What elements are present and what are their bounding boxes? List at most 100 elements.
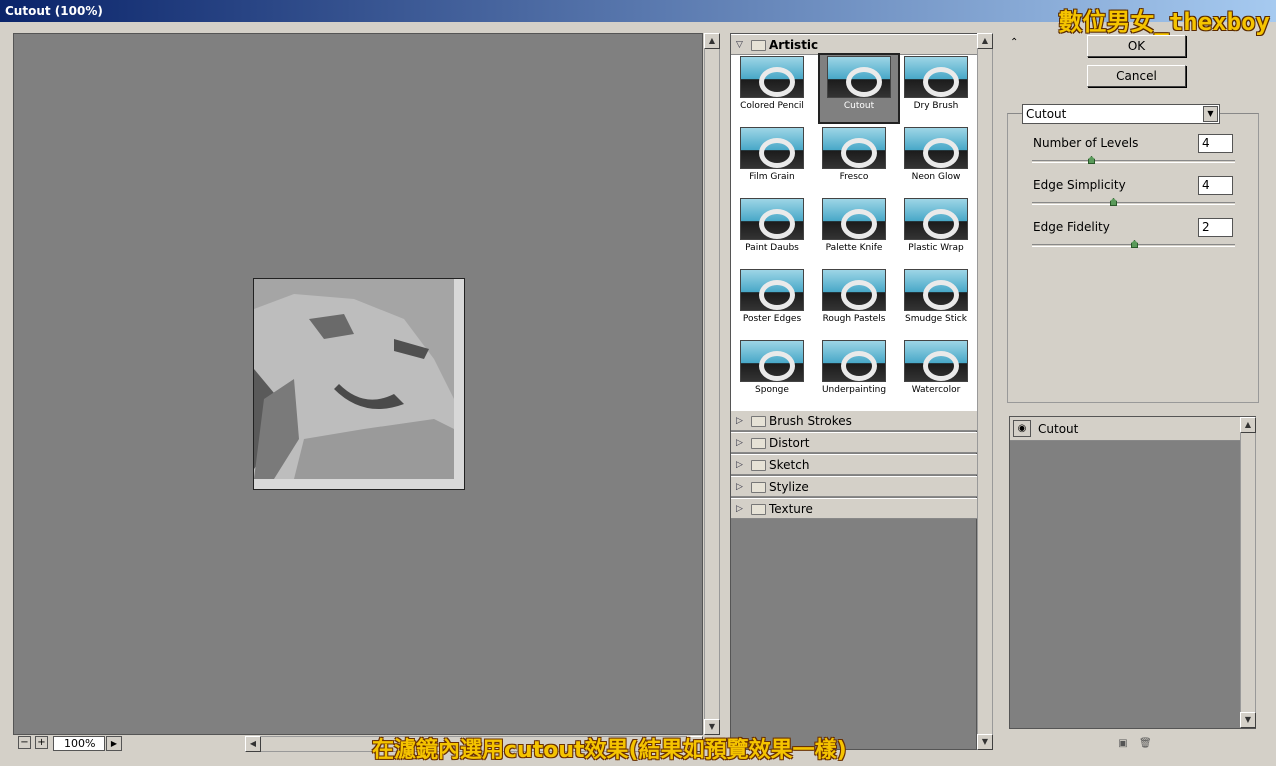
- filter-select[interactable]: Cutout ▼: [1022, 104, 1220, 124]
- window-title: Cutout (100%): [5, 4, 103, 18]
- effect-layer-label: Cutout: [1038, 422, 1079, 436]
- filter-preview-image: [740, 127, 804, 169]
- filter-thumbnail[interactable]: Colored Pencil: [737, 56, 819, 127]
- filter-thumbnail[interactable]: Palette Knife: [819, 198, 901, 269]
- cancel-button[interactable]: Cancel: [1087, 65, 1186, 87]
- edge-fidelity-slider[interactable]: [1032, 240, 1235, 248]
- chevron-down-icon[interactable]: ▼: [1203, 106, 1218, 122]
- edge-fidelity-label: Edge Fidelity: [1033, 220, 1110, 234]
- category-item[interactable]: ▷ Stylize: [731, 476, 978, 497]
- category-item[interactable]: ▷ Brush Strokes: [731, 410, 978, 431]
- filter-thumbnail[interactable]: Paint Daubs: [737, 198, 819, 269]
- category-item[interactable]: ▷ Sketch: [731, 454, 978, 475]
- filter-preview-image: [740, 56, 804, 98]
- zoom-level-field[interactable]: 100%: [53, 736, 105, 751]
- filter-preview-image: [904, 340, 968, 382]
- collapsed-triangle-icon: ▷: [736, 460, 743, 470]
- folder-icon: [751, 504, 766, 515]
- filter-preview-image: [740, 198, 804, 240]
- filter-thumbnail[interactable]: Sponge: [737, 340, 819, 411]
- filter-label: Fresco: [839, 172, 869, 182]
- layers-scrollbar[interactable]: ▲ ▼: [1240, 417, 1256, 728]
- edge-fidelity-input[interactable]: 2: [1198, 218, 1233, 237]
- filter-thumbnail[interactable]: Cutout: [818, 53, 901, 127]
- preview-image: [253, 278, 465, 490]
- filter-thumbnail[interactable]: Smudge Stick: [901, 269, 983, 340]
- edge-simplicity-input[interactable]: 4: [1198, 176, 1233, 195]
- filter-thumbnail[interactable]: Neon Glow: [901, 127, 983, 198]
- gallery-scrollbar[interactable]: ▲ ▼: [977, 33, 993, 750]
- number-of-levels-slider[interactable]: [1032, 156, 1235, 164]
- scroll-up-icon[interactable]: ▲: [977, 33, 993, 49]
- number-of-levels-input[interactable]: 4: [1198, 134, 1233, 153]
- zoom-out-button[interactable]: −: [18, 736, 31, 749]
- category-label: Artistic: [769, 38, 819, 52]
- filter-thumbnail[interactable]: Fresco: [819, 127, 901, 198]
- filter-label: Plastic Wrap: [908, 243, 964, 253]
- edge-simplicity-label: Edge Simplicity: [1033, 178, 1126, 192]
- category-artistic[interactable]: ▽ Artistic: [731, 34, 978, 55]
- filter-settings-panel: [1007, 113, 1259, 403]
- filter-preview-image: [904, 56, 968, 98]
- filter-thumbnail[interactable]: Film Grain: [737, 127, 819, 198]
- filter-thumbnail[interactable]: Watercolor: [901, 340, 983, 411]
- watermark-text: 數位男女_thexboy: [1058, 8, 1270, 36]
- filter-preview-image: [822, 127, 886, 169]
- expanded-triangle-icon: ▽: [736, 40, 743, 50]
- filter-preview-image: [822, 269, 886, 311]
- collapse-panel-icon[interactable]: ⌃: [1010, 37, 1018, 48]
- folder-icon: [751, 438, 766, 449]
- folder-icon: [751, 460, 766, 471]
- filter-label: Palette Knife: [825, 243, 883, 253]
- collapsed-triangle-icon: ▷: [736, 482, 743, 492]
- scroll-down-icon[interactable]: ▼: [977, 734, 993, 750]
- filter-label: Rough Pastels: [822, 314, 886, 324]
- filter-label: Dry Brush: [913, 101, 959, 111]
- eye-icon[interactable]: ◉: [1013, 420, 1031, 437]
- preview-vertical-scrollbar[interactable]: ▲ ▼: [704, 33, 720, 735]
- filter-preview-image: [904, 127, 968, 169]
- scroll-up-icon[interactable]: ▲: [704, 33, 720, 49]
- scroll-left-icon[interactable]: ◀: [245, 736, 261, 752]
- category-label: Stylize: [769, 480, 809, 494]
- ok-button[interactable]: OK: [1087, 35, 1186, 57]
- edge-simplicity-slider[interactable]: [1032, 198, 1235, 206]
- collapsed-triangle-icon: ▷: [736, 416, 743, 426]
- filter-thumbnail[interactable]: Rough Pastels: [819, 269, 901, 340]
- scroll-down-icon[interactable]: ▼: [1240, 712, 1256, 728]
- category-item[interactable]: ▷ Distort: [731, 432, 978, 453]
- folder-icon: [751, 416, 766, 427]
- number-of-levels-label: Number of Levels: [1033, 136, 1139, 150]
- folder-icon: [751, 40, 766, 51]
- scroll-up-icon[interactable]: ▲: [1240, 417, 1256, 433]
- collapsed-triangle-icon: ▷: [736, 504, 743, 514]
- category-label: Sketch: [769, 458, 810, 472]
- filter-preview-image: [822, 340, 886, 382]
- zoom-dropdown-icon[interactable]: ▶: [106, 736, 122, 751]
- filter-thumbnail[interactable]: Plastic Wrap: [901, 198, 983, 269]
- filter-label: Film Grain: [749, 172, 795, 182]
- folder-icon: [751, 482, 766, 493]
- filter-preview-image: [904, 269, 968, 311]
- effect-layer-row[interactable]: ◉ Cutout: [1010, 417, 1240, 441]
- filter-thumbnail[interactable]: Poster Edges: [737, 269, 819, 340]
- filter-label: Sponge: [755, 385, 789, 395]
- filter-preview-image: [904, 198, 968, 240]
- preview-canvas[interactable]: [13, 33, 703, 735]
- category-item[interactable]: ▷ Texture: [731, 498, 978, 519]
- filter-label: Neon Glow: [911, 172, 961, 182]
- effect-layers-panel: ◉ Cutout ▲ ▼: [1009, 416, 1256, 729]
- filter-preview-image: [740, 269, 804, 311]
- category-label: Texture: [769, 502, 813, 516]
- filter-preview-image: [827, 56, 891, 98]
- filter-label: Watercolor: [911, 385, 961, 395]
- new-effect-layer-icon[interactable]: ▣: [1117, 738, 1129, 749]
- filter-thumbnail[interactable]: Underpainting: [819, 340, 901, 411]
- filter-label: Paint Daubs: [745, 243, 799, 253]
- filter-preview-image: [822, 198, 886, 240]
- filter-thumbnail[interactable]: Dry Brush: [901, 56, 983, 127]
- delete-effect-layer-icon[interactable]: 🗑: [1139, 738, 1152, 749]
- filter-label: Smudge Stick: [905, 314, 967, 324]
- zoom-in-button[interactable]: +: [35, 736, 48, 749]
- filter-label: Underpainting: [821, 385, 887, 395]
